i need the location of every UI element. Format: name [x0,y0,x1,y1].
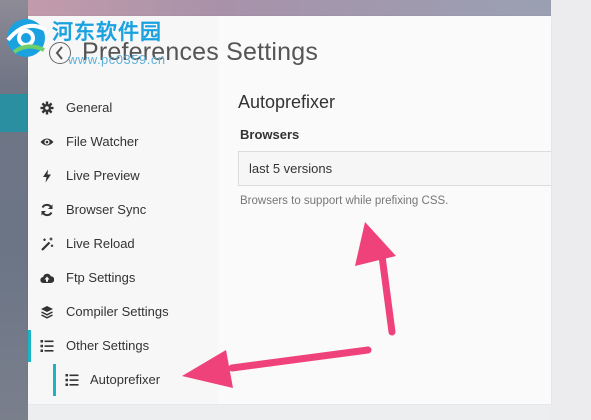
browsers-input[interactable] [238,151,551,186]
sidebar-item-file-watcher[interactable]: File Watcher [28,126,218,158]
gear-icon [40,101,54,115]
sidebar-item-general[interactable]: General [28,92,218,124]
section-title: Autoprefixer [238,92,336,112]
watermark-logo [6,19,48,57]
background-right-strip [551,0,591,420]
watermark-name: 河东软件园 [52,20,162,44]
sidebar-item-label: Browser Sync [66,202,147,217]
watermark-url: www.pc0359.cn [68,52,166,67]
sidebar-item-label: Ftp Settings [66,270,136,285]
sidebar-item-label: Compiler Settings [66,304,169,319]
settings-main-panel [218,16,551,404]
sidebar-item-ftp-settings[interactable]: Ftp Settings [28,262,218,294]
layers-icon [41,306,53,319]
sidebar-item-label: General [66,100,113,115]
sidebar-item-label: Live Reload [66,236,135,251]
sidebar-item-label: File Watcher [66,134,139,149]
eye-icon [40,138,54,146]
bolt-icon [43,169,51,183]
sidebar-item-browser-sync[interactable]: Browser Sync [28,194,218,226]
watermark: 河东软件园 www.pc0359.cn [0,8,220,70]
list-icon [65,374,79,386]
sidebar-item-live-preview[interactable]: Live Preview [28,160,218,192]
sidebar-item-label: Other Settings [66,338,150,353]
list-icon [40,340,54,352]
cloud-upload-icon [40,273,54,284]
sidebar-item-label: Autoprefixer [90,372,161,387]
background-accent-block [0,94,28,132]
magic-wand-icon [41,237,54,251]
sidebar-item-other-settings[interactable]: Other Settings [28,330,218,362]
sidebar-item-live-reload[interactable]: Live Reload [28,228,218,260]
sidebar-item-compiler-settings[interactable]: Compiler Settings [28,296,218,328]
refresh-icon [41,203,53,217]
browsers-help-text: Browsers to support while prefixing CSS. [240,195,449,207]
sidebar-item-label: Live Preview [66,168,140,183]
sidebar-subitem-autoprefixer[interactable]: Autoprefixer [53,364,218,396]
browsers-label: Browsers [240,127,300,142]
